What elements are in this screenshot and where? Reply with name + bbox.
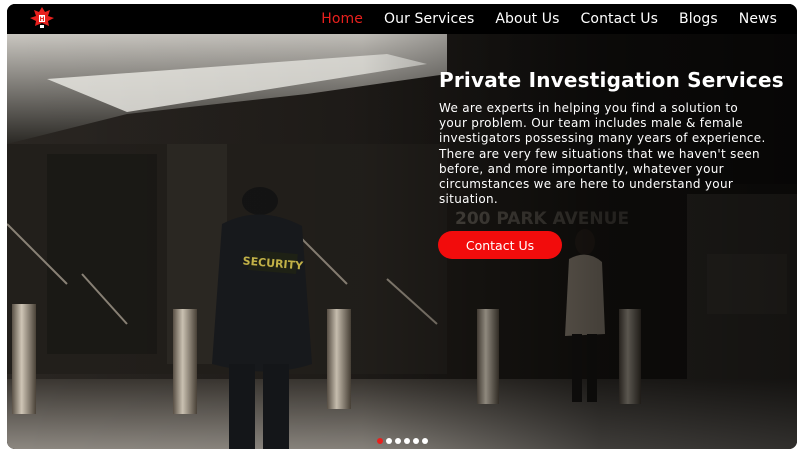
nav-link-news[interactable]: News (739, 11, 777, 27)
nav-link-contact-us[interactable]: Contact Us (581, 11, 658, 27)
slider-dot[interactable] (413, 438, 419, 444)
hero-slider: SECURITY 200 PARK AVENUE Private Investi… (7, 34, 797, 449)
navbar: H Home Our Services About Us Contact Us … (7, 4, 797, 34)
slider-dot[interactable] (395, 438, 401, 444)
slider-dot[interactable] (404, 438, 410, 444)
brand-logo-icon[interactable]: H (29, 6, 55, 30)
nav-link-our-services[interactable]: Our Services (384, 11, 474, 27)
slider-dot[interactable] (377, 438, 383, 444)
slider-pagination (377, 438, 428, 446)
hero-description: We are experts in helping you find a sol… (439, 101, 766, 207)
slider-dot[interactable] (386, 438, 392, 444)
nav-link-about-us[interactable]: About Us (495, 11, 559, 27)
page-frame: H Home Our Services About Us Contact Us … (7, 4, 797, 449)
svg-text:H: H (39, 16, 44, 23)
hero-title: Private Investigation Services (439, 68, 784, 92)
slider-dot[interactable] (422, 438, 428, 444)
nav-link-home[interactable]: Home (321, 11, 363, 27)
nav-menu: Home Our Services About Us Contact Us Bl… (300, 4, 777, 34)
contact-us-button[interactable]: Contact Us (438, 231, 562, 259)
nav-link-blogs[interactable]: Blogs (679, 11, 718, 27)
hero-overlay (7, 34, 797, 449)
